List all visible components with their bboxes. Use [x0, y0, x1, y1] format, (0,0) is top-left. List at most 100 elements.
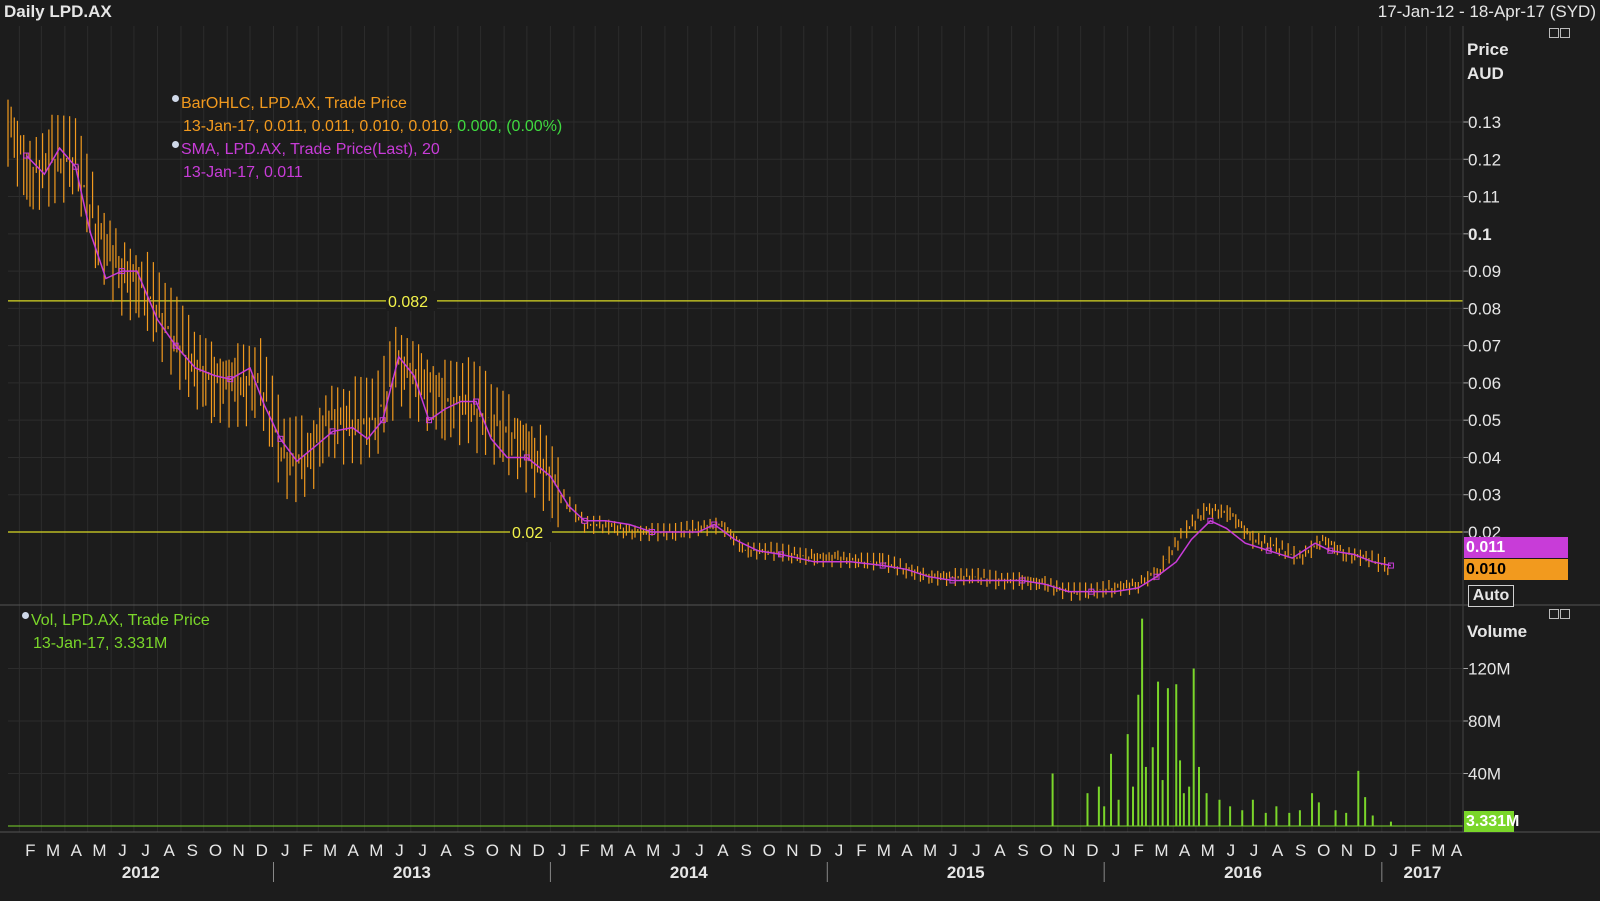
- volume-bar[interactable]: [1371, 815, 1374, 827]
- price-pane-close-icon[interactable]: [1560, 28, 1570, 38]
- volume-bar[interactable]: [1198, 766, 1201, 826]
- volume-bar[interactable]: [1311, 793, 1314, 826]
- volume-pane-close-icon[interactable]: [1560, 609, 1570, 619]
- volume-bar[interactable]: [1251, 799, 1254, 826]
- month-tick-label: A: [1179, 841, 1191, 860]
- month-tick-label: S: [1295, 841, 1306, 860]
- volume-bar[interactable]: [1126, 734, 1129, 826]
- month-tick-label: F: [25, 841, 35, 860]
- month-tick-label: M: [323, 841, 337, 860]
- month-tick-label: O: [1040, 841, 1053, 860]
- month-tick-label: M: [600, 841, 614, 860]
- month-tick-label: M: [1154, 841, 1168, 860]
- volume-tick-label: 40M: [1468, 765, 1501, 784]
- volume-bar[interactable]: [1161, 780, 1164, 826]
- volume-bar[interactable]: [1144, 766, 1147, 826]
- volume-bar[interactable]: [1345, 812, 1348, 826]
- ohlc-legend-title: BarOHLC, LPD.AX, Trade Price: [172, 92, 562, 115]
- month-tick-label: J: [672, 841, 681, 860]
- month-tick-label: O: [209, 841, 222, 860]
- volume-bar[interactable]: [1188, 786, 1191, 826]
- month-tick-label: A: [164, 841, 176, 860]
- volume-bar[interactable]: [1151, 747, 1154, 826]
- price-tick-label: 0.11: [1468, 188, 1500, 207]
- volume-bar[interactable]: [1166, 688, 1169, 826]
- volume-bar[interactable]: [1364, 797, 1367, 826]
- volume-bar[interactable]: [1110, 753, 1113, 826]
- month-tick-label: A: [1451, 841, 1463, 860]
- month-tick-label: A: [624, 841, 636, 860]
- month-tick-label: M: [646, 841, 660, 860]
- volume-bar[interactable]: [1097, 786, 1100, 826]
- price-tick-label: 0.07: [1468, 337, 1501, 356]
- price-pane-maximize-icon[interactable]: [1549, 28, 1559, 38]
- price-axis-heading: Price AUD: [1467, 38, 1509, 86]
- price-legend[interactable]: BarOHLC, LPD.AX, Trade Price 13-Jan-17, …: [172, 92, 562, 184]
- volume-bar[interactable]: [1192, 668, 1195, 827]
- month-tick-label: A: [71, 841, 83, 860]
- volume-bar[interactable]: [1241, 810, 1244, 826]
- volume-axis: 40M 80M 120M: [1463, 660, 1511, 784]
- volume-bar[interactable]: [1182, 793, 1185, 826]
- month-tick-label: M: [46, 841, 60, 860]
- volume-bar[interactable]: [1086, 793, 1089, 826]
- year-tick-label: 2012: [122, 863, 160, 882]
- level-label: 0.02: [512, 525, 543, 542]
- month-tick-label: J: [1389, 841, 1398, 860]
- month-tick-label: A: [440, 841, 452, 860]
- month-tick-label: M: [877, 841, 891, 860]
- volume-bar[interactable]: [1141, 618, 1144, 826]
- volume-bar[interactable]: [1229, 806, 1232, 826]
- volume-bar[interactable]: [1051, 773, 1054, 827]
- volume-bar[interactable]: [1334, 810, 1337, 826]
- month-tick-label: A: [347, 841, 359, 860]
- month-tick-label: F: [302, 841, 312, 860]
- month-tick-label: J: [281, 841, 290, 860]
- volume-bar[interactable]: [1179, 760, 1182, 826]
- month-tick-label: J: [1112, 841, 1121, 860]
- volume-bar[interactable]: [1117, 799, 1120, 826]
- month-tick-label: J: [695, 841, 704, 860]
- month-tick-label: D: [533, 841, 545, 860]
- month-tick-label: D: [1086, 841, 1098, 860]
- pin-icon: [22, 612, 29, 619]
- volume-pane-maximize-icon[interactable]: [1549, 609, 1559, 619]
- auto-scale-button[interactable]: Auto: [1468, 585, 1514, 607]
- month-tick-label: M: [1431, 841, 1445, 860]
- volume-bar[interactable]: [1298, 810, 1301, 826]
- month-tick-label: M: [92, 841, 106, 860]
- month-tick-label: J: [1250, 841, 1259, 860]
- volume-bar[interactable]: [1389, 821, 1392, 826]
- month-tick-label: M: [1201, 841, 1215, 860]
- month-tick-label: S: [1017, 841, 1028, 860]
- price-tick-label: 0.06: [1468, 374, 1501, 393]
- volume-bar[interactable]: [1157, 681, 1160, 826]
- volume-bar[interactable]: [1103, 806, 1106, 826]
- volume-bar[interactable]: [1288, 812, 1291, 826]
- month-tick-label: J: [141, 841, 150, 860]
- month-tick-label: J: [395, 841, 404, 860]
- currency-heading: AUD: [1467, 64, 1504, 83]
- month-tick-label: S: [187, 841, 198, 860]
- year-tick-label: 2016: [1224, 863, 1262, 882]
- month-tick-label: N: [1341, 841, 1353, 860]
- year-tick-label: 2013: [393, 863, 431, 882]
- volume-bar[interactable]: [1175, 684, 1178, 826]
- volume-bar[interactable]: [1275, 806, 1278, 826]
- month-tick-label: A: [1272, 841, 1284, 860]
- year-tick-label: 2014: [670, 863, 708, 882]
- volume-bar[interactable]: [1137, 694, 1140, 826]
- month-tick-label: J: [972, 841, 981, 860]
- volume-bar[interactable]: [1218, 799, 1221, 826]
- month-tick-label: D: [1364, 841, 1376, 860]
- month-tick-label: J: [118, 841, 127, 860]
- price-tick-label: 0.09: [1468, 262, 1501, 281]
- price-tick-label: 0.04: [1468, 448, 1501, 467]
- volume-bar[interactable]: [1132, 786, 1135, 826]
- month-tick-label: J: [558, 841, 567, 860]
- volume-bar[interactable]: [1317, 802, 1320, 826]
- volume-bar[interactable]: [1264, 812, 1267, 826]
- volume-legend[interactable]: Vol, LPD.AX, Trade Price 13-Jan-17, 3.33…: [22, 609, 210, 655]
- volume-bar[interactable]: [1205, 793, 1208, 826]
- volume-bar[interactable]: [1357, 770, 1360, 826]
